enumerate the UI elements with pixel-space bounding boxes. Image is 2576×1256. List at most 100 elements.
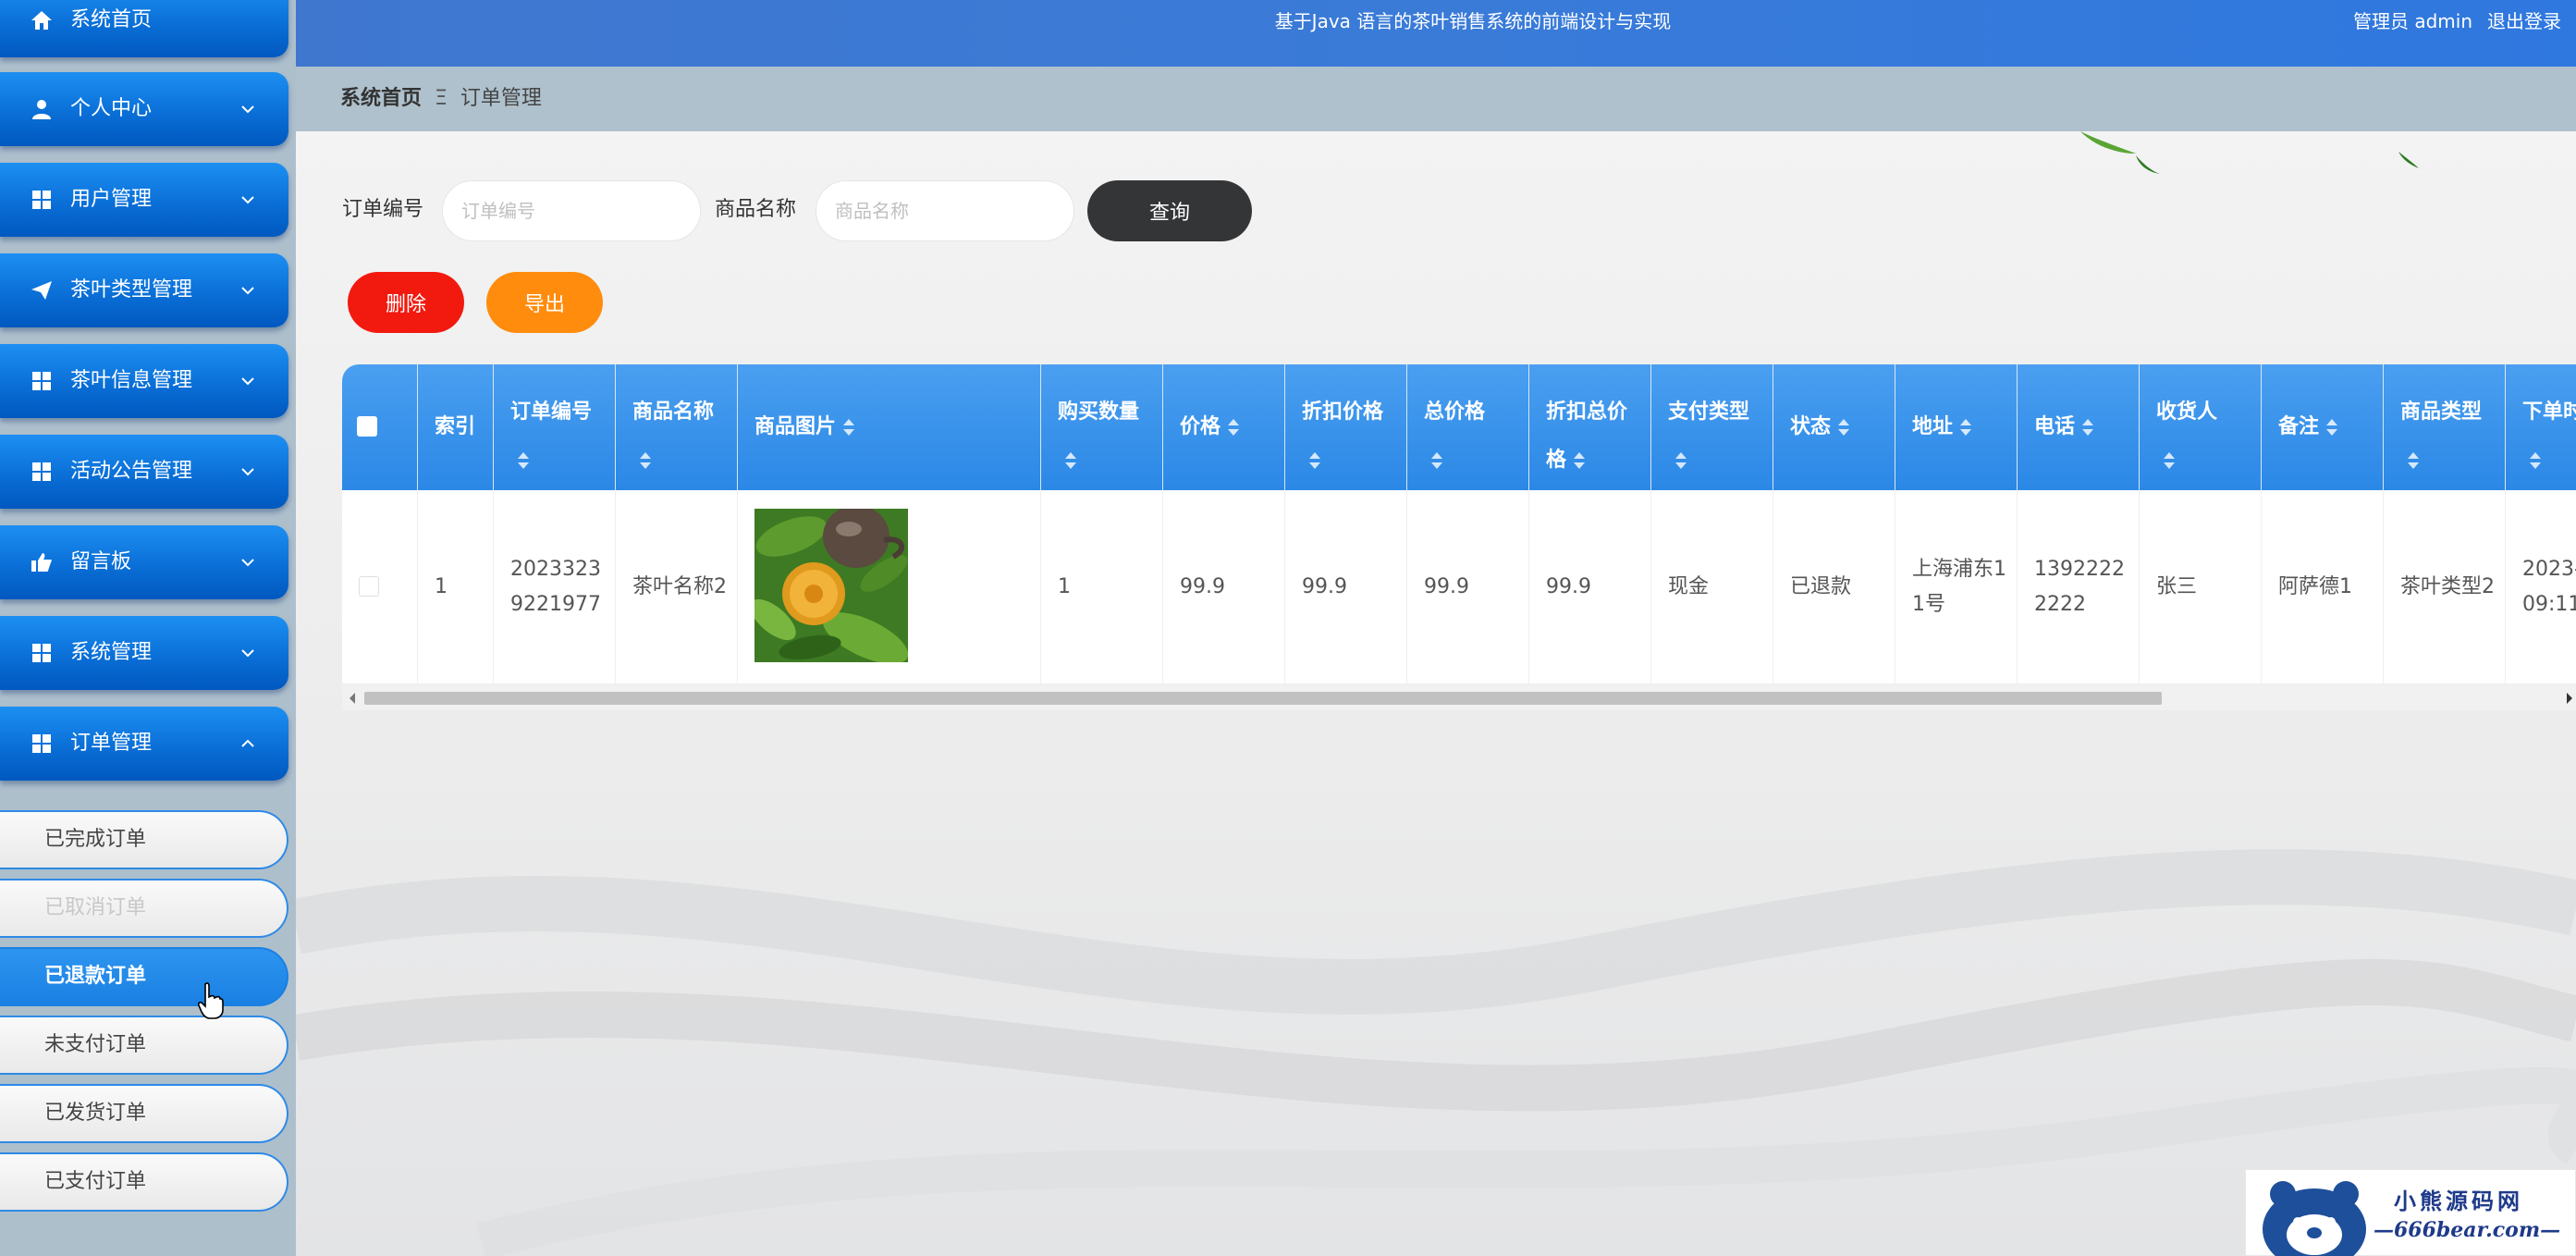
sidebar-subitem-label: 已完成订单 — [44, 828, 147, 851]
header-cell[interactable]: 状态 — [1773, 364, 1895, 490]
logout-link[interactable]: 退出登录 — [2487, 10, 2561, 32]
sort-icon[interactable] — [518, 451, 529, 470]
cell-phone: 13922222222 — [2018, 490, 2140, 684]
sidebar-item-label: 茶叶类型管理 — [70, 278, 193, 302]
export-button[interactable]: 导出 — [486, 272, 603, 333]
select-all-checkbox[interactable] — [357, 416, 377, 437]
grid-icon — [28, 616, 55, 690]
row-checkbox[interactable] — [359, 576, 379, 597]
sidebar-item-tea-type-management[interactable]: 茶叶类型管理 — [0, 253, 288, 327]
sidebar-subitem-refunded-orders[interactable]: 已退款订单 — [0, 947, 288, 1006]
cell-product-type: 茶叶类型2 — [2384, 490, 2506, 684]
sidebar-item-system-management[interactable]: 系统管理 — [0, 616, 288, 690]
sort-icon[interactable] — [2326, 418, 2338, 437]
thumbs-up-icon — [28, 525, 55, 599]
scroll-right-arrow-icon[interactable] — [2567, 693, 2572, 704]
watermark-logo: 小熊源码网 —666bear.com— — [2245, 1169, 2576, 1256]
header-label: 总价格 — [1424, 400, 1486, 424]
sort-icon[interactable] — [2164, 451, 2175, 470]
sort-icon[interactable] — [843, 418, 855, 437]
sort-icon[interactable] — [1675, 451, 1687, 470]
sidebar-subitem-shipped-orders[interactable]: 已发货订单 — [0, 1084, 288, 1143]
header-label: 电话 — [2034, 415, 2076, 438]
sidebar-item-personal-center[interactable]: 个人中心 — [0, 72, 288, 146]
header-cell[interactable]: 收货人 — [2140, 364, 2262, 490]
header-label: 支付类型 — [1668, 400, 1750, 424]
cell-status: 已退款 — [1773, 490, 1895, 684]
order-number-label: 订单编号 — [342, 198, 424, 221]
header-cell[interactable]: 地址 — [1895, 364, 2018, 490]
grid-icon — [28, 435, 55, 509]
scrollbar-thumb[interactable] — [364, 692, 2162, 705]
header-label: 索引 — [435, 415, 476, 438]
header-cell[interactable]: 商品图片 — [738, 364, 1041, 490]
sort-icon[interactable] — [1228, 418, 1240, 437]
scroll-left-arrow-icon[interactable] — [350, 693, 355, 704]
sidebar-item-label: 个人中心 — [70, 97, 153, 120]
sidebar-subitem-label: 已取消订单 — [44, 896, 147, 919]
chevron-down-icon — [240, 435, 255, 509]
header-cell[interactable]: 价格 — [1163, 364, 1285, 490]
header-cell[interactable]: 折扣总价格 — [1529, 364, 1651, 490]
horizontal-scrollbar[interactable] — [342, 684, 2576, 710]
sidebar-item-user-management[interactable]: 用户管理 — [0, 163, 288, 237]
chevron-down-icon — [240, 163, 255, 237]
cell-remark: 阿萨德1 — [2262, 490, 2384, 684]
product-name-input[interactable] — [816, 180, 1074, 241]
chevron-down-icon — [240, 525, 255, 599]
sort-icon[interactable] — [1431, 451, 1442, 470]
sidebar-item-home[interactable]: 系统首页 — [0, 0, 288, 57]
user-icon — [28, 72, 55, 146]
sidebar-subitem-unpaid-orders[interactable]: 未支付订单 — [0, 1016, 288, 1075]
chevron-down-icon — [240, 344, 255, 418]
header-cell[interactable]: 电话 — [2018, 364, 2140, 490]
grid-icon — [28, 163, 55, 237]
sidebar-item-label: 留言板 — [70, 550, 132, 573]
chevron-down-icon — [240, 253, 255, 327]
sort-icon[interactable] — [1960, 418, 1972, 437]
header-label: 折扣总价格 — [1546, 400, 1628, 472]
query-button[interactable]: 查询 — [1087, 180, 1252, 241]
sidebar-item-message-board[interactable]: 留言板 — [0, 525, 288, 599]
header-cell[interactable]: 下单时间 — [2506, 364, 2576, 490]
header-cell[interactable]: 订单编号 — [494, 364, 616, 490]
product-image[interactable] — [754, 509, 908, 662]
top-header: 基于Java 语言的茶叶销售系统的前端设计与实现 管理员 admin 退出登录 — [296, 0, 2576, 67]
table-header: 索引 订单编号 商品名称 商品图片 购买数量 价格 折扣价格 总价格 折扣总价格… — [342, 364, 2576, 490]
sidebar-item-label: 系统首页 — [70, 8, 153, 31]
sort-icon[interactable] — [640, 451, 651, 470]
table-row[interactable]: 1 20233239221977 茶叶名称2 1 99.9 99.9 99.9 … — [342, 490, 2576, 684]
sort-icon[interactable] — [2530, 451, 2541, 470]
breadcrumb-bar: 系统首页 Ξ 订单管理 — [296, 67, 2576, 131]
header-label: 备注 — [2278, 415, 2320, 438]
header-label: 订单编号 — [510, 400, 593, 424]
header-cell[interactable]: 支付类型 — [1651, 364, 1773, 490]
header-cell[interactable]: 商品名称 — [616, 364, 738, 490]
breadcrumb-home[interactable]: 系统首页 — [340, 87, 422, 110]
header-cell[interactable]: 折扣价格 — [1285, 364, 1407, 490]
sort-icon[interactable] — [1309, 451, 1320, 470]
header-cell[interactable]: 备注 — [2262, 364, 2384, 490]
header-cell: 索引 — [418, 364, 494, 490]
sidebar-item-order-management[interactable]: 订单管理 — [0, 707, 288, 781]
sort-icon[interactable] — [1065, 451, 1076, 470]
sort-icon[interactable] — [2082, 418, 2094, 437]
sidebar-subitem-paid-orders[interactable]: 已支付订单 — [0, 1152, 288, 1212]
cell-price: 99.9 — [1163, 490, 1285, 684]
header-label: 状态 — [1790, 415, 1832, 438]
header-cell[interactable]: 商品类型 — [2384, 364, 2506, 490]
delete-button[interactable]: 删除 — [348, 272, 464, 333]
header-cell[interactable]: 购买数量 — [1041, 364, 1163, 490]
header-cell[interactable]: 总价格 — [1407, 364, 1529, 490]
sidebar-subitem-cancelled-orders[interactable]: 已取消订单 — [0, 879, 288, 938]
sort-icon[interactable] — [1838, 418, 1850, 437]
sidebar-item-tea-info-management[interactable]: 茶叶信息管理 — [0, 344, 288, 418]
sort-icon[interactable] — [2408, 451, 2419, 470]
sort-icon[interactable] — [1574, 451, 1586, 470]
sidebar-item-label: 订单管理 — [70, 732, 153, 755]
order-number-input[interactable] — [442, 180, 701, 241]
sidebar-item-announcement-management[interactable]: 活动公告管理 — [0, 435, 288, 509]
sidebar-subitem-completed-orders[interactable]: 已完成订单 — [0, 810, 288, 869]
grid-icon — [28, 707, 55, 781]
header-label: 价格 — [1180, 415, 1221, 438]
